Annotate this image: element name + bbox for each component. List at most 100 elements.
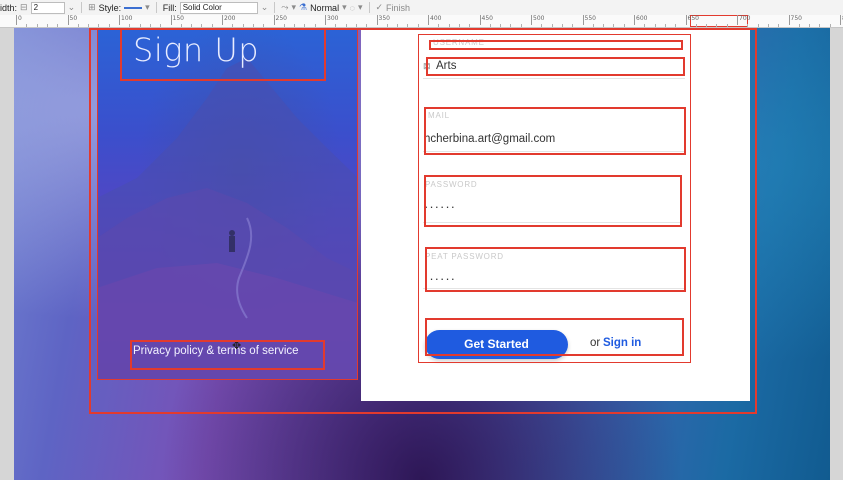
email-field[interactable]: hcherbina.art@gmail.com xyxy=(424,133,555,145)
ruler-minor-tick xyxy=(335,24,337,27)
chevron-down-icon[interactable]: ▾ xyxy=(342,2,347,13)
ruler-tick-line xyxy=(428,15,429,25)
ruler-tick-label: 550 xyxy=(584,15,596,22)
chevron-down-icon[interactable]: ⌄ xyxy=(68,2,76,13)
ruler-minor-tick xyxy=(757,24,759,27)
get-started-button[interactable]: Get Started xyxy=(425,330,568,359)
ruler-tick-line xyxy=(582,15,584,25)
fill-group: Fill: Solid Color ⌄ xyxy=(163,1,269,14)
ruler-minor-tick xyxy=(242,24,244,27)
ruler-tick-line xyxy=(788,15,790,25)
privacy-policy-link[interactable]: Privacy policy & terms of service ✥ xyxy=(133,340,299,357)
ruler-tick-line xyxy=(685,15,687,25)
path-group: ⤳ ▾ ⚗ Normal ▾ ◌ ▾ xyxy=(281,2,362,13)
ruler-minor-tick xyxy=(108,24,110,27)
ruler-tick-line xyxy=(479,15,481,25)
chevron-down-icon[interactable]: ⌄ xyxy=(261,2,269,13)
ruler-tick-label: 150 xyxy=(172,15,184,22)
ruler-tick-line xyxy=(376,15,378,25)
ruler-tick-label: 650 xyxy=(687,15,699,22)
ruler-minor-tick xyxy=(572,24,574,27)
username-underline xyxy=(423,78,685,79)
password-field[interactable]: ······ xyxy=(424,199,456,214)
password-label: PASSWORD xyxy=(425,180,478,189)
ruler-minor-tick xyxy=(46,24,48,27)
repeat-password-field[interactable]: ······ xyxy=(424,271,456,286)
chevron-down-icon[interactable]: ▾ xyxy=(145,2,150,13)
ruler-minor-tick xyxy=(489,24,491,27)
ruler-minor-tick xyxy=(232,24,234,27)
ruler-tick-line xyxy=(170,15,172,25)
hero-image-panel: Sign Up Privacy policy & terms of servic… xyxy=(97,28,358,380)
ruler-tick-label: 350 xyxy=(378,15,390,22)
stroke-style-swatch[interactable] xyxy=(124,6,143,9)
email-label: MAIL xyxy=(428,111,450,120)
ruler-minor-tick xyxy=(26,24,28,27)
ruler-minor-tick xyxy=(819,24,821,27)
ruler-minor-tick xyxy=(706,24,708,27)
ruler-minor-tick xyxy=(57,24,59,27)
ruler-minor-tick xyxy=(623,24,625,27)
username-field[interactable]: Arts xyxy=(436,60,456,72)
ruler-minor-tick xyxy=(149,24,151,27)
flask-icon: ⚗ xyxy=(298,2,308,12)
ruler-minor-tick xyxy=(551,24,553,27)
ruler-tick-line xyxy=(325,15,326,25)
ruler-minor-tick xyxy=(767,24,769,27)
ruler-minor-tick xyxy=(613,24,615,27)
or-text: or xyxy=(590,337,601,349)
ruler-minor-tick xyxy=(458,24,460,27)
path-curve-icon[interactable]: ⤳ xyxy=(281,2,288,13)
ruler-tick-line xyxy=(273,15,275,25)
ruler-minor-tick xyxy=(366,24,368,27)
stroke-width-label: idth: xyxy=(0,2,18,13)
toolbar-divider xyxy=(81,2,83,13)
ruler-minor-tick xyxy=(304,24,306,27)
ruler-minor-tick xyxy=(211,24,213,27)
privacy-policy-label: Privacy policy & terms of service xyxy=(133,345,299,357)
stroke-style-group: ⊞ Style: ▾ xyxy=(88,2,150,13)
ruler-tick-label: 700 xyxy=(739,15,751,22)
ruler-minor-tick xyxy=(664,24,666,27)
chevron-down-icon[interactable]: ▾ xyxy=(291,2,296,13)
horizontal-ruler[interactable]: 0 50 100 150 200 250 300 350 400 450 500 550 600 650 7… xyxy=(0,15,843,28)
ruler-minor-tick xyxy=(397,24,399,27)
fill-select[interactable]: Solid Color xyxy=(179,1,258,14)
ruler-tick-line xyxy=(840,15,841,25)
ruler-minor-tick xyxy=(345,24,347,27)
ruler-minor-tick xyxy=(716,24,718,27)
ruler-tick-label: 300 xyxy=(327,15,339,22)
finish-label: Finish xyxy=(386,2,411,13)
ruler-tick-label: 200 xyxy=(224,15,236,22)
ruler-minor-tick xyxy=(510,24,512,27)
ruler-minor-tick xyxy=(726,24,728,27)
style-grid-icon: ⊞ xyxy=(88,2,96,12)
ruler-minor-tick xyxy=(448,24,450,27)
ruler-tick-label: 500 xyxy=(533,15,545,22)
user-handle-icon: ⊠ xyxy=(423,61,431,71)
ruler-minor-tick xyxy=(355,24,357,27)
finish-button[interactable]: ✓ Finish xyxy=(376,2,411,13)
ruler-minor-tick xyxy=(747,24,749,27)
ruler-minor-tick xyxy=(294,24,296,27)
ruler-minor-tick xyxy=(541,24,543,27)
ruler-tick-label: 100 xyxy=(121,15,133,22)
ruler-minor-tick xyxy=(644,24,646,27)
ruler-minor-tick xyxy=(798,24,800,27)
ruler-minor-tick xyxy=(36,24,38,27)
sign-in-link[interactable]: Sign in xyxy=(603,337,641,349)
ruler-minor-tick xyxy=(129,24,131,27)
ruler-minor-tick xyxy=(438,24,440,27)
ruler-tick-label: 400 xyxy=(430,15,442,22)
blend-mode-select[interactable]: Normal xyxy=(310,3,339,13)
toolbar-divider xyxy=(368,2,370,13)
ruler-tick-label: 50 xyxy=(69,15,78,22)
ruler-minor-tick xyxy=(98,24,100,27)
ruler-tick-line xyxy=(531,15,532,25)
chevron-down-icon[interactable]: ▾ xyxy=(358,2,363,13)
ruler-minor-tick xyxy=(180,24,182,27)
antialias-icon[interactable]: ◌ xyxy=(350,3,355,13)
ruler-minor-tick xyxy=(407,24,409,27)
stroke-width-input[interactable]: 2 xyxy=(30,1,65,14)
width-lock-icon[interactable]: ⊟ xyxy=(20,2,28,13)
